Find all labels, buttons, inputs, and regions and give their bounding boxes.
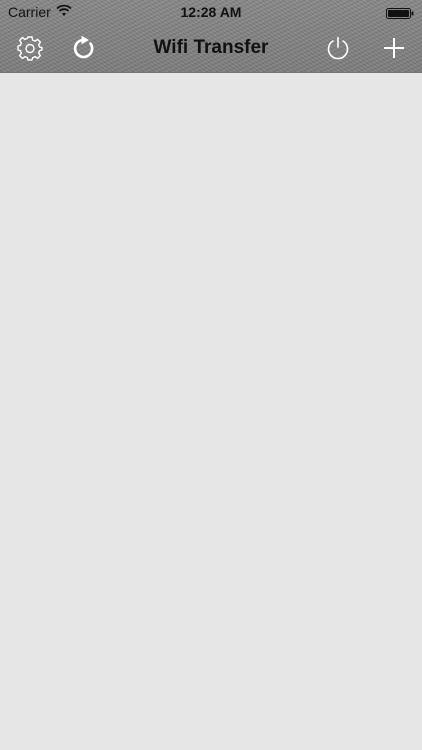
power-icon [325, 35, 351, 61]
file-list-area[interactable] [0, 73, 422, 750]
status-bar: Carrier 12:28 AM [0, 0, 422, 24]
add-button[interactable] [378, 32, 410, 64]
navigation-bar: Wifi Transfer [0, 24, 422, 72]
plus-icon [382, 36, 406, 60]
power-button[interactable] [322, 32, 354, 64]
top-bar: Carrier 12:28 AM Wifi Transfer [0, 0, 422, 73]
battery-icon [386, 6, 414, 19]
app-screen: Carrier 12:28 AM Wifi Transfer [0, 0, 422, 750]
page-title: Wifi Transfer [153, 37, 269, 58]
status-time: 12:28 AM [180, 4, 242, 20]
